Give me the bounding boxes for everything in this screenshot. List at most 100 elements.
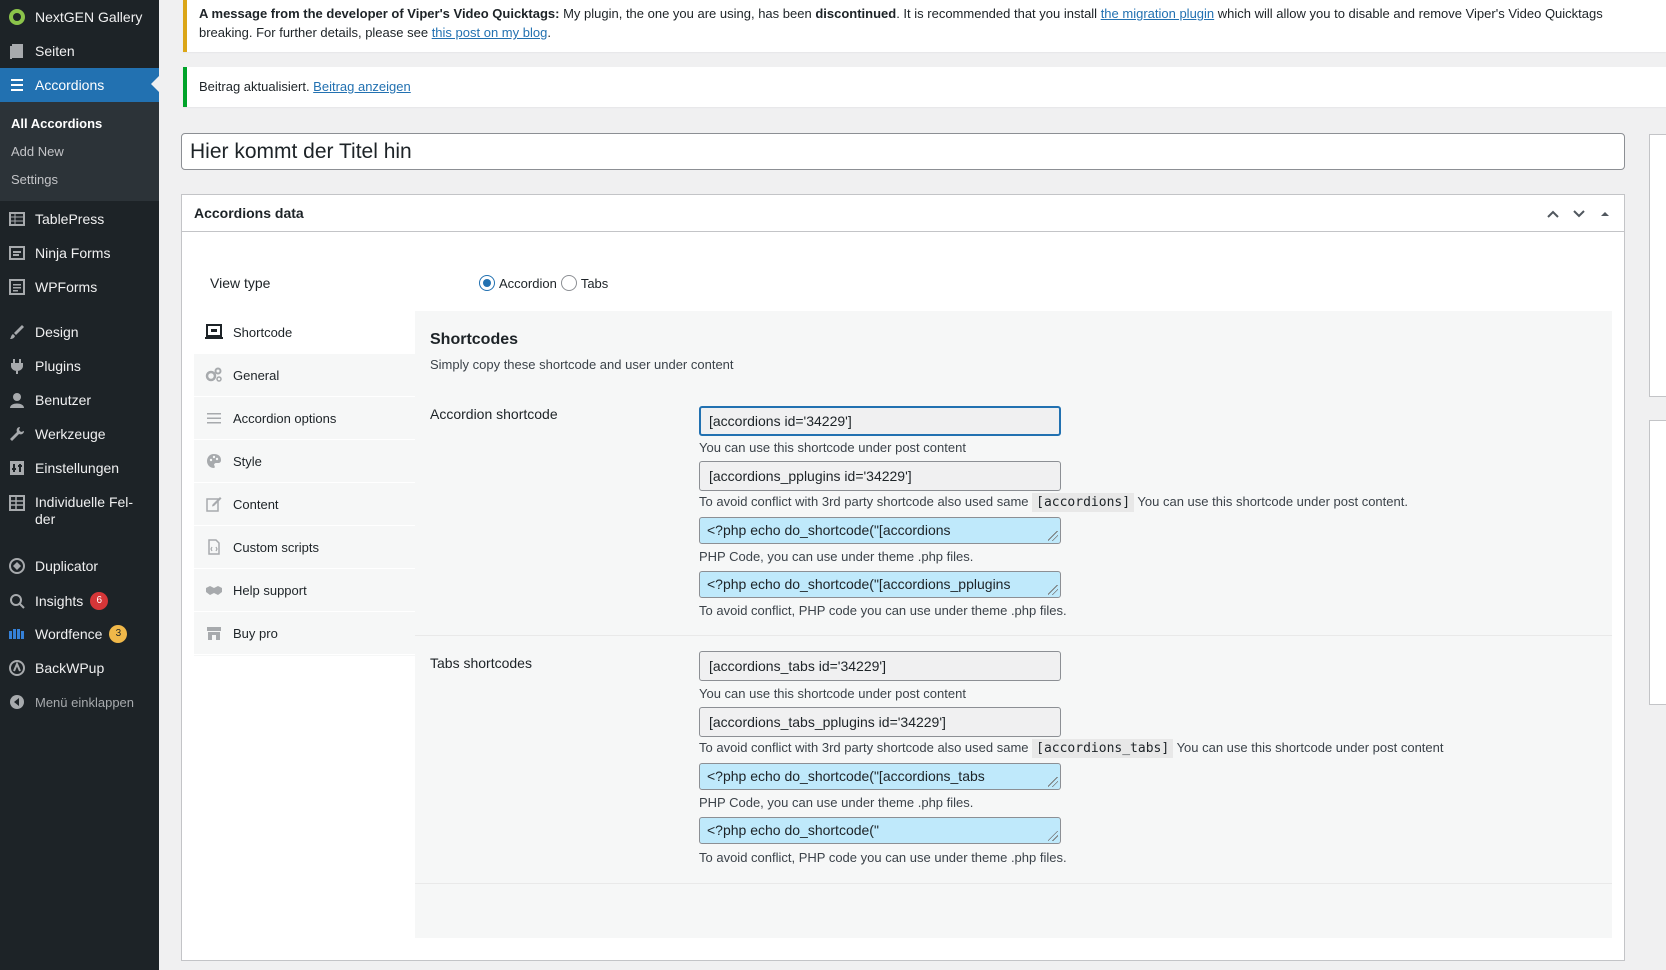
shortcode-panel: Shortcodes Simply copy these shortcode a…	[415, 311, 1612, 938]
menu-werkzeuge[interactable]: Werkzeuge	[0, 418, 159, 450]
wpforms-icon	[8, 278, 26, 296]
menu-label: Benutzer	[35, 392, 92, 408]
plugins-icon	[8, 357, 26, 375]
tab-style[interactable]: Style	[194, 440, 415, 483]
menu-label: Plugins	[35, 358, 81, 374]
accordion-shortcode-input[interactable]: [accordions id='34229']	[699, 406, 1061, 436]
discontinued-plugin-notice: A message from the developer of Viper's …	[183, 0, 1666, 52]
hint-part: To avoid conflict with 3rd party shortco…	[699, 740, 1033, 755]
menu-label: Individuelle Fel-der	[35, 494, 134, 527]
accordions-data-metabox: Accordions data View type Accordion Tabs…	[181, 194, 1625, 961]
hint-text: You can use this shortcode under post co…	[699, 686, 966, 701]
submenu-settings[interactable]: Settings	[0, 166, 159, 194]
tablepress-icon	[8, 210, 26, 228]
pages-icon	[8, 42, 26, 60]
migration-plugin-link[interactable]: the migration plugin	[1101, 6, 1214, 21]
menu-label: Accordions	[35, 77, 105, 93]
publish-box-fragment	[1649, 134, 1666, 397]
menu-accordions[interactable]: Accordions	[0, 68, 159, 102]
menu-label: Design	[35, 324, 79, 340]
tabs-shortcodes-label: Tabs shortcodes	[430, 655, 532, 671]
wordfence-icon	[8, 625, 26, 643]
menu-tablepress[interactable]: TablePress	[0, 203, 159, 235]
tab-shortcode[interactable]: Shortcode	[194, 311, 415, 354]
radio-tabs[interactable]	[560, 275, 577, 291]
move-down-button[interactable]	[1568, 203, 1590, 225]
radio-accordion[interactable]	[479, 275, 495, 291]
active-menu-arrow	[151, 76, 159, 92]
accordion-shortcode-label: Accordion shortcode	[430, 406, 558, 422]
menu-wordfence[interactable]: Wordfence 3	[0, 618, 159, 650]
view-post-link[interactable]: Beitrag anzeigen	[313, 79, 411, 94]
section-divider	[415, 883, 1612, 884]
menu-duplicator[interactable]: Duplicator	[0, 550, 159, 582]
settings-tabs: Shortcode General Accordion options Styl…	[194, 311, 415, 656]
menu-label: Wordfence	[35, 626, 103, 642]
tab-label: Shortcode	[233, 324, 293, 340]
tab-buy-pro[interactable]: Buy pro	[194, 612, 415, 655]
tab-label: Style	[233, 453, 262, 469]
panel-heading: Shortcodes	[430, 331, 519, 348]
notice-text: My plugin, the one you are using, has be…	[559, 6, 816, 21]
hint-code: [accordions_tabs]	[1032, 739, 1174, 758]
tab-label: Content	[233, 496, 279, 512]
nextgen-icon	[8, 8, 26, 26]
radio-tabs-label: Tabs	[580, 275, 609, 291]
hint-part: You can use this shortcode under post co…	[1134, 494, 1408, 509]
paintbrush-icon	[8, 323, 26, 341]
menu-plugins[interactable]: Plugins	[0, 350, 159, 382]
tab-content[interactable]: Content	[194, 483, 415, 526]
menu-nextgen-gallery[interactable]: NextGEN Gallery	[0, 1, 159, 33]
accordion-pplugins-php-code-textarea[interactable]: <?php echo do_shortcode("[accordions_ppl…	[699, 571, 1061, 598]
metabox-title: Accordions data	[194, 205, 304, 221]
toggle-panel-button[interactable]	[1594, 203, 1616, 225]
menu-design[interactable]: Design	[0, 316, 159, 348]
tab-general[interactable]: General	[194, 354, 415, 397]
tabs-pplugins-shortcode-input[interactable]: [accordions_tabs_pplugins id='34229']	[699, 707, 1061, 737]
notice-text: Beitrag aktualisiert.	[199, 79, 314, 94]
handshake-icon	[204, 580, 224, 600]
post-title-input[interactable]: Hier kommt der Titel hin	[181, 133, 1625, 170]
tab-accordion-options[interactable]: Accordion options	[194, 397, 415, 440]
notice-text: which will allow you to disable and remo…	[1214, 6, 1603, 21]
tab-help-support[interactable]: Help support	[194, 569, 415, 612]
move-up-button[interactable]	[1542, 203, 1564, 225]
radio-accordion-label: Accordion	[499, 275, 557, 291]
hint-part: You can use this shortcode under post co…	[1173, 740, 1444, 755]
menu-backwpup[interactable]: BackWPup	[0, 652, 159, 684]
custom-fields-icon	[8, 494, 26, 512]
menu-individuelle-felder[interactable]: Individuelle Fel-der	[0, 488, 159, 532]
submenu-add-new[interactable]: Add New	[0, 138, 159, 166]
list-icon	[204, 408, 224, 428]
menu-ninja-forms[interactable]: Ninja Forms	[0, 237, 159, 269]
wordfence-badge: 3	[109, 625, 128, 643]
accordion-pplugins-shortcode-input[interactable]: [accordions_pplugins id='34229']	[699, 461, 1061, 491]
backwpup-icon	[8, 659, 26, 677]
tabs-php-code-textarea[interactable]: <?php echo do_shortcode("[accordions_tab…	[699, 763, 1061, 790]
accordion-php-code-textarea[interactable]: <?php echo do_shortcode("[accordions	[699, 517, 1061, 544]
menu-label: Ninja Forms	[35, 245, 111, 261]
hint-text: To avoid conflict with 3rd party shortco…	[699, 739, 1444, 758]
tabs-pplugins-php-code-textarea[interactable]: <?php echo do_shortcode("	[699, 817, 1061, 844]
blog-post-link[interactable]: this post on my blog	[432, 25, 548, 40]
metabox-controls	[1542, 203, 1616, 225]
tab-custom-scripts[interactable]: Custom scripts	[194, 526, 415, 569]
menu-benutzer[interactable]: Benutzer	[0, 384, 159, 416]
accordions-submenu: All Accordions Add New Settings	[0, 102, 159, 201]
menu-wpforms[interactable]: WPForms	[0, 271, 159, 303]
tabs-shortcode-input[interactable]: [accordions_tabs id='34229']	[699, 651, 1061, 681]
metabox-header: Accordions data	[182, 195, 1624, 232]
wrench-icon	[8, 425, 26, 443]
insights-badge: 6	[90, 592, 109, 610]
notice-text: .	[547, 25, 551, 40]
submenu-all-accordions[interactable]: All Accordions	[0, 110, 159, 138]
menu-insights[interactable]: Insights 6	[0, 585, 159, 617]
menu-seiten[interactable]: Seiten	[0, 35, 159, 67]
menu-label: BackWPup	[35, 660, 105, 676]
menu-einstellungen[interactable]: Einstellungen	[0, 452, 159, 484]
file-code-icon	[204, 537, 224, 557]
menu-label: TablePress	[35, 211, 105, 227]
view-type-radios: Accordion Tabs	[479, 275, 608, 291]
notice-bold: discontinued	[815, 6, 897, 21]
collapse-menu-button[interactable]: Menü einklappen	[0, 686, 159, 718]
